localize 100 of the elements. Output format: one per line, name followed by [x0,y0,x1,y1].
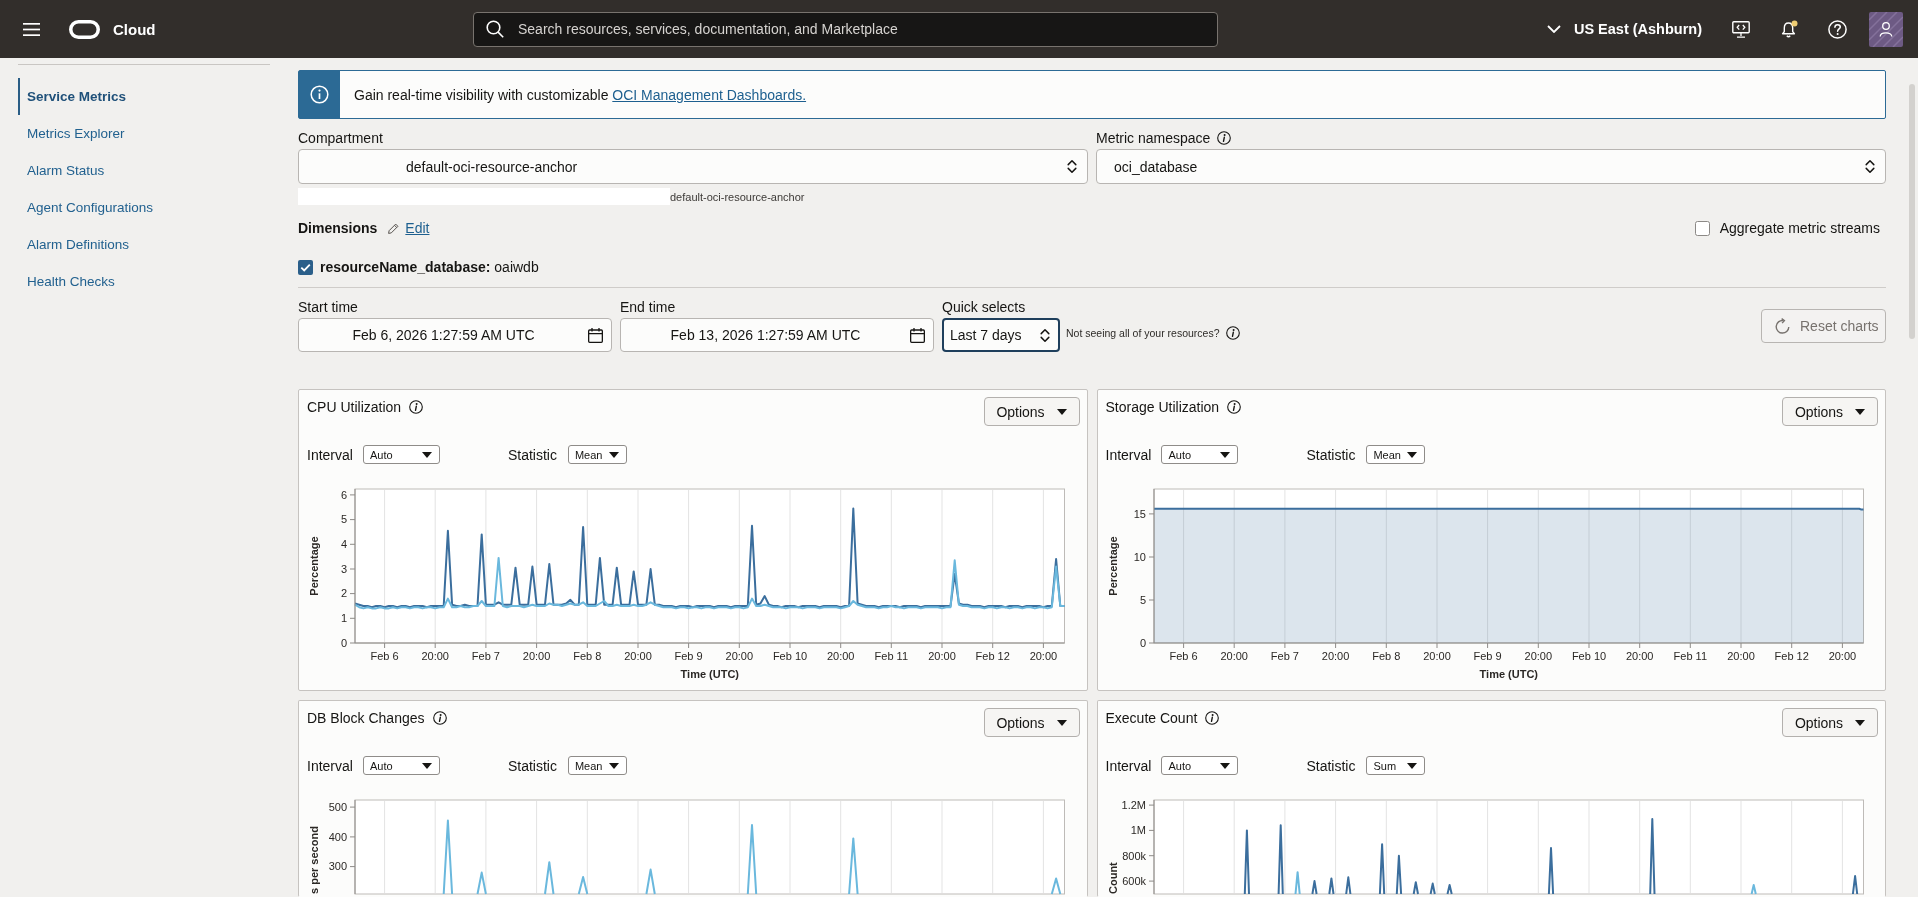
interval-label: Interval [307,446,353,463]
statistic-label: Statistic [507,757,557,774]
chart-title: CPU Utilization [307,399,402,416]
checkbox-label: Aggregate metric streams [1719,220,1880,236]
sidebar-link[interactable]: Alarm Definitions [18,226,270,263]
dropdown[interactable]: Last 7 days [942,318,1060,352]
axis-tick-label: Feb 11 [874,650,908,662]
search-field[interactable]: Search resources, services, documentation, and Marketplace [473,11,1218,47]
avatar-icon[interactable] [1869,11,1903,47]
statistic-dropdown[interactable]: Mean [567,445,627,464]
axis-tick-label: Feb 9 [674,650,703,662]
axis-tick-label: Feb 8 [573,650,602,662]
options-button[interactable]: Options [1782,397,1878,426]
monitor-icon[interactable] [1732,20,1750,38]
sidebar-link[interactable]: Service Metrics [18,78,270,115]
interval-dropdown[interactable]: Auto [362,445,440,464]
axis-tick-label: 500 [328,800,347,813]
axis-title: Time (UTC) [1479,668,1538,680]
axis-tick-label: 20:00 [522,650,551,662]
axis-tick-label: 20:00 [1625,650,1653,662]
axis-tick-label: 600k [1121,874,1146,887]
sidebar-link[interactable]: Metrics Explorer [18,115,270,152]
field-label: Compartment [298,129,383,146]
sidebar-link[interactable]: Health Checks [18,263,270,300]
axis-tick-label: 3 [340,562,347,575]
axis-tick-label: Feb 7 [1270,650,1299,662]
updown-chevron-icon [1040,327,1050,343]
axis-tick-label: 0 [340,636,347,649]
axis-tick-label: 20:00 [421,650,449,662]
interval-label: Interval [307,757,353,774]
axis-tick-label: 15 [1133,507,1146,520]
sidebar-link[interactable]: Alarm Status [18,152,270,189]
axis-tick-label: 5 [1139,593,1146,606]
field-label: End time [620,298,676,315]
caret-down-icon [608,451,619,458]
info-icon[interactable] [432,711,447,725]
edit-link[interactable]: Edit [405,220,430,236]
scrollbar-thumb[interactable] [1909,84,1915,339]
dropdown[interactable]: default-oci-resource-anchor [298,149,1088,184]
statistic-dropdown[interactable]: Mean [567,756,627,775]
field-label: Start time [298,298,358,315]
chart-title: Execute Count [1105,710,1198,727]
interval-label: Interval [1105,757,1152,774]
axis-tick-label: 800k [1121,849,1146,862]
axis-tick-label: 20:00 [1524,650,1552,662]
options-button[interactable]: Options [983,397,1080,426]
checkbox-label: resourceName_database: oaiwdb [320,259,539,275]
interval-dropdown[interactable]: Auto [1161,756,1239,775]
field-label: Metric namespace [1096,129,1211,146]
options-button[interactable]: Options [983,708,1080,737]
axis-tick-label: 400 [328,830,347,843]
info-icon[interactable] [1225,326,1240,340]
caret-down-icon [421,451,432,458]
menu-icon[interactable] [23,22,40,36]
axis-tick-label: 2 [340,587,347,600]
info-icon[interactable] [409,400,424,414]
app-title: Cloud [113,20,156,38]
interval-dropdown[interactable]: Auto [362,756,440,775]
pencil-icon [388,222,400,234]
checkbox[interactable] [1694,220,1710,236]
date-field[interactable]: Feb 13, 2026 1:27:59 AM UTC [620,318,934,352]
axis-tick-label: Feb 12 [975,650,1010,662]
caret-down-icon [1407,451,1418,458]
dropdown[interactable]: oci_database [1096,149,1886,184]
path-text: default-oci-resource-anchor [670,190,805,203]
search-icon [486,20,504,38]
axis-title: Percentage [1106,536,1119,596]
date-field[interactable]: Feb 6, 2026 1:27:59 AM UTC [298,318,612,352]
caret-down-icon [1855,408,1866,415]
axis-tick-label: Feb 9 [1473,650,1502,662]
axis-tick-label: Feb 7 [471,650,500,662]
options-button[interactable]: Options [1782,708,1878,737]
section-label: Dimensions [298,220,378,236]
info-icon[interactable] [1217,130,1232,145]
axis-tick-label: 20:00 [624,650,652,662]
caret-down-icon [1407,762,1418,769]
info-icon[interactable] [1227,400,1242,414]
axis-tick-label: 1M [1130,824,1146,837]
help-icon[interactable] [1828,19,1847,39]
calendar-icon[interactable] [910,327,925,343]
statistic-dropdown[interactable]: Mean [1366,445,1426,464]
statistic-dropdown[interactable]: Sum [1366,756,1426,775]
axis-tick-label: Feb 10 [772,650,808,662]
checkbox[interactable] [298,259,313,275]
bell-icon[interactable] [1780,19,1798,39]
axis-tick-label: 10 [1133,550,1146,563]
banner-link[interactable]: OCI Management Dashboards. [612,86,807,103]
sidebar-link[interactable]: Agent Configurations [18,189,270,226]
region-selector[interactable]: US East (Ashburn) [1546,21,1702,37]
axis-tick-label: Feb 6 [370,650,399,662]
info-icon[interactable] [1205,711,1220,725]
interval-dropdown[interactable]: Auto [1161,445,1239,464]
axis-tick-label: 20:00 [1029,650,1058,662]
axis-tick-label: 20:00 [1321,650,1349,662]
axis-title: Time (UTC) [680,668,740,680]
logo-icon[interactable] [69,19,100,39]
axis-tick-label: Feb 12 [1774,650,1809,662]
calendar-icon[interactable] [588,327,603,343]
axis-tick-label: 1.2M [1121,798,1146,811]
axis-tick-label: Feb 10 [1571,650,1606,662]
